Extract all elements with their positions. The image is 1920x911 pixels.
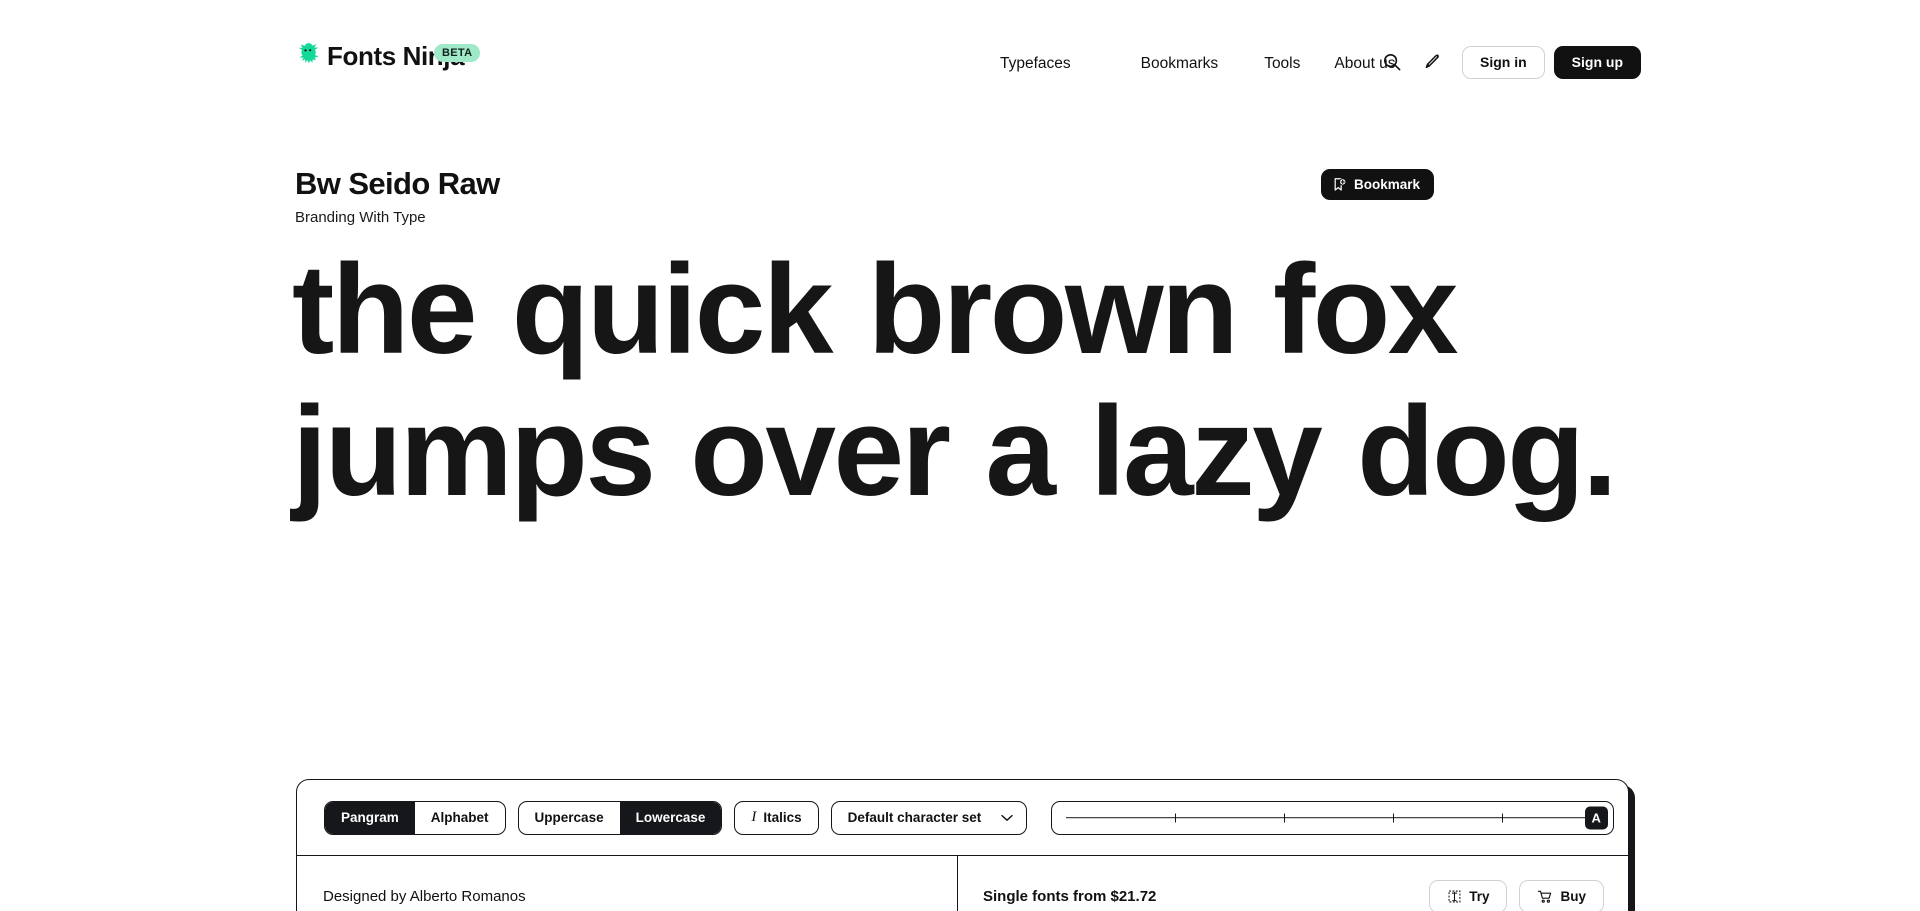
buy-button-label: Buy — [1560, 889, 1586, 904]
specimen-toolbar: Pangram Alphabet Uppercase Lowercase I I… — [297, 780, 1628, 856]
character-set-value: Default character set — [847, 810, 982, 825]
sign-in-button[interactable]: Sign in — [1462, 46, 1545, 79]
sample-mode-toggle: Pangram Alphabet — [324, 800, 506, 835]
ninja-logo-icon — [298, 43, 319, 64]
price-text: Single fonts from $21.72 — [983, 888, 1157, 905]
case-mode-uppercase[interactable]: Uppercase — [519, 802, 620, 834]
sign-up-button[interactable]: Sign up — [1553, 46, 1641, 79]
chevron-down-icon — [1000, 814, 1013, 821]
page-title: Bw Seido Raw — [295, 166, 500, 201]
case-mode-lowercase[interactable]: Lowercase — [619, 801, 722, 834]
character-set-select[interactable]: Default character set — [830, 800, 1027, 835]
italics-label: Italics — [763, 810, 802, 825]
pricing-cell: Single fonts from $21.72 Try Buy — [958, 856, 1628, 911]
header-icon-group — [1382, 52, 1441, 72]
specimen-controls-card: Pangram Alphabet Uppercase Lowercase I I… — [296, 779, 1629, 911]
sample-mode-alphabet[interactable]: Alphabet — [415, 802, 505, 834]
shopping-cart-icon — [1538, 890, 1552, 903]
specimen-line-1: the quick brown fox — [292, 238, 1459, 380]
search-icon[interactable] — [1382, 52, 1402, 72]
try-button[interactable]: Try — [1429, 880, 1508, 911]
beta-badge: BETA — [434, 44, 481, 62]
slider-tick — [1392, 813, 1395, 822]
slider-tick — [1501, 813, 1504, 822]
case-mode-toggle: Uppercase Lowercase — [517, 800, 723, 835]
designer-text: Designed by Alberto Romanos — [323, 888, 526, 905]
slider-tick — [1174, 813, 1177, 822]
sample-mode-pangram[interactable]: Pangram — [325, 801, 415, 834]
bookmark-button[interactable]: Bookmark — [1320, 169, 1434, 200]
buy-button[interactable]: Buy — [1519, 880, 1604, 911]
nav-item-tools[interactable]: Tools — [1264, 52, 1300, 76]
designer-cell: Designed by Alberto Romanos — [297, 856, 958, 911]
font-detail-page: Fonts Ninja BETA Typefaces Bookmarks Too… — [0, 0, 1920, 911]
nav-item-typefaces[interactable]: Typefaces — [1000, 52, 1071, 76]
try-button-label: Try — [1469, 889, 1490, 904]
foundry-name: Branding With Type — [295, 209, 426, 226]
font-title-block: Bw Seido Raw Branding With Type — [295, 166, 500, 228]
site-header: Fonts Ninja BETA Typefaces Bookmarks Too… — [0, 0, 1920, 104]
slider-tick — [1283, 813, 1286, 822]
italics-toggle-button[interactable]: I Italics — [734, 800, 819, 835]
bookmark-button-label: Bookmark — [1353, 177, 1420, 192]
slider-track — [1065, 816, 1599, 819]
auth-button-group: Sign in Sign up — [1462, 46, 1641, 79]
try-crosshair-icon — [1448, 890, 1461, 903]
specimen-line-2: jumps over a lazy dog. — [292, 380, 1618, 522]
italic-icon: I — [751, 809, 757, 825]
font-info-row: Designed by Alberto Romanos Single fonts… — [297, 856, 1628, 911]
nav-item-bookmarks[interactable]: Bookmarks — [1141, 52, 1219, 76]
bookmark-add-icon — [1334, 178, 1347, 191]
specimen-preview[interactable]: the quick brown fox jumps over a lazy do… — [292, 238, 1642, 522]
main-nav: Typefaces Bookmarks Tools About us — [1000, 52, 1396, 76]
font-size-slider[interactable]: A — [1050, 800, 1614, 835]
slider-handle[interactable]: A — [1584, 806, 1608, 829]
brush-icon[interactable] — [1421, 52, 1441, 72]
